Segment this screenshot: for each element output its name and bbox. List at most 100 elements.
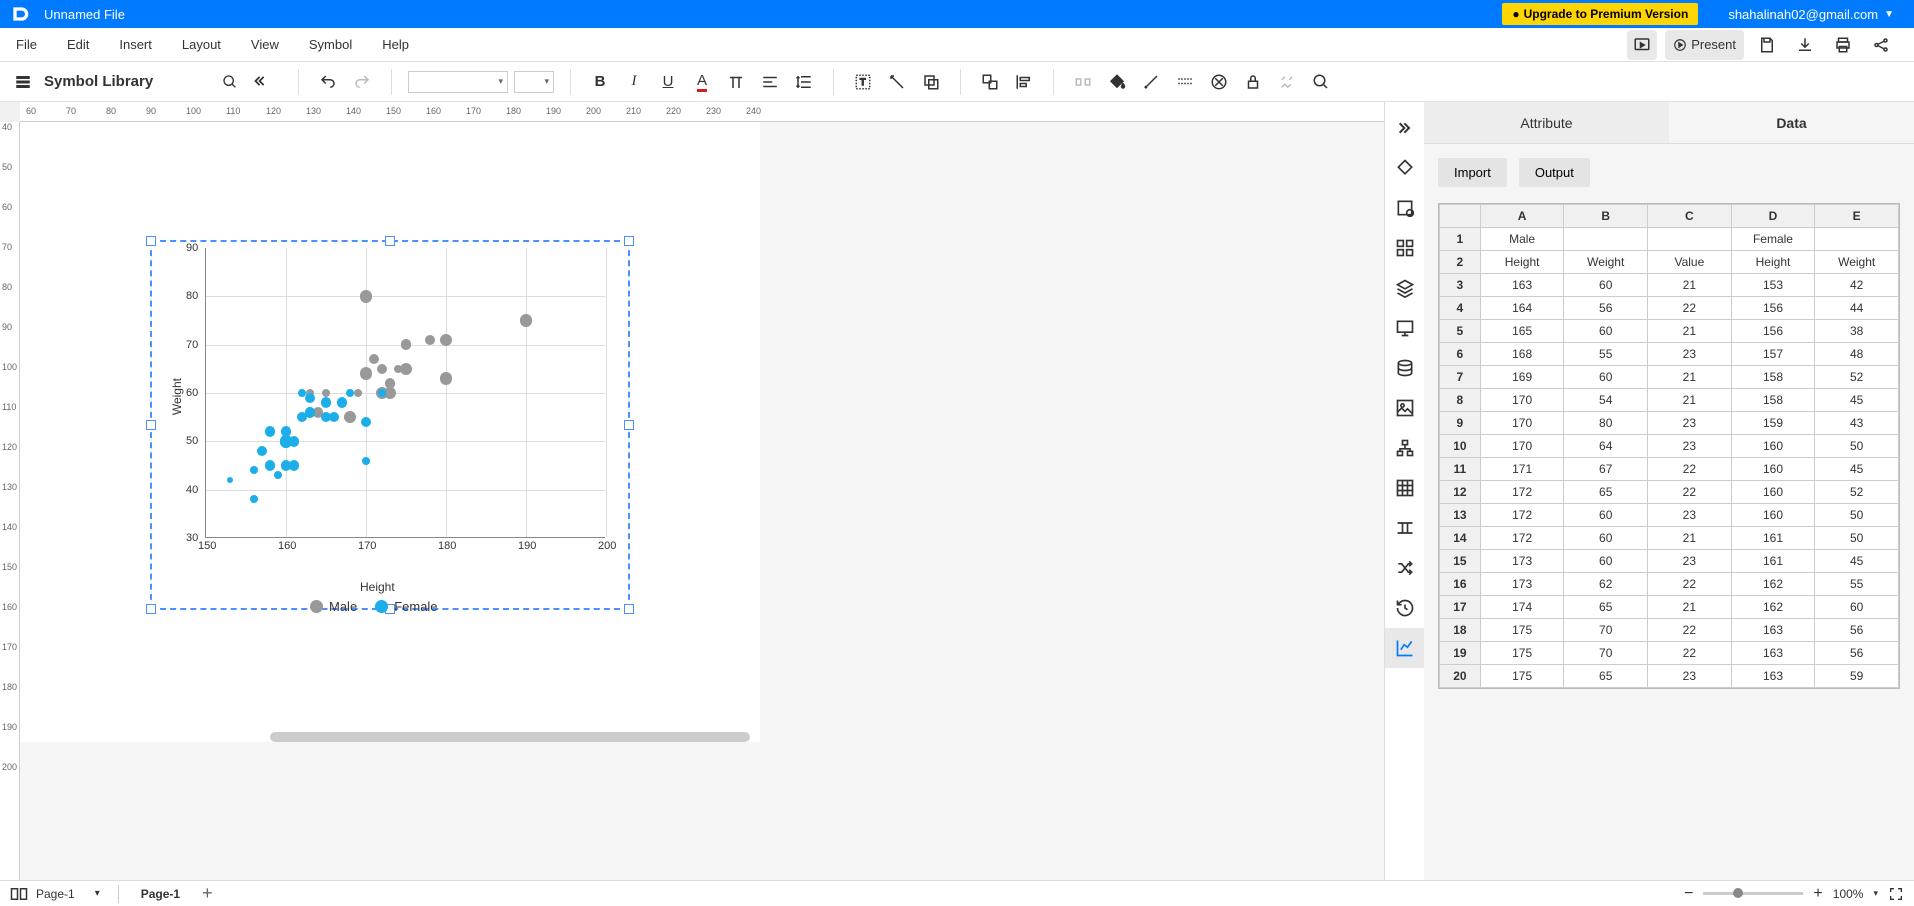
resize-handle[interactable]	[146, 604, 156, 614]
resize-handle[interactable]	[624, 604, 634, 614]
present-button[interactable]: Present	[1665, 30, 1744, 60]
text-format-icon[interactable]	[723, 69, 749, 95]
spacing-tool-icon[interactable]	[1385, 508, 1425, 548]
symbol-library-title: Symbol Library	[44, 73, 153, 90]
ruler-vertical: 4050607080901001101201301401501601701801…	[0, 122, 20, 880]
scatter-chart[interactable]: Weight 30405060708090 150160170180190200…	[170, 248, 610, 608]
underline-icon[interactable]: U	[655, 69, 681, 95]
download-icon[interactable]	[1790, 30, 1820, 60]
lock-icon[interactable]	[1240, 69, 1266, 95]
right-toolbar	[1384, 102, 1424, 880]
line-style-icon[interactable]	[1172, 69, 1198, 95]
resize-handle[interactable]	[385, 236, 395, 246]
presentation-icon[interactable]	[1385, 308, 1425, 348]
font-color-icon[interactable]: A	[689, 69, 715, 95]
menu-edit[interactable]: Edit	[67, 37, 89, 52]
title-bar: Unnamed File ●Upgrade to Premium Version…	[0, 0, 1914, 28]
menu-help[interactable]: Help	[382, 37, 409, 52]
resize-handle[interactable]	[624, 420, 634, 430]
image-icon[interactable]	[1385, 388, 1425, 428]
zoom-slider[interactable]	[1703, 892, 1803, 895]
menu-file[interactable]: File	[16, 37, 37, 52]
import-button[interactable]: Import	[1438, 158, 1507, 187]
zoom-level[interactable]: 100%	[1833, 887, 1864, 901]
resize-handle[interactable]	[146, 420, 156, 430]
shuffle-icon[interactable]	[1385, 548, 1425, 588]
fill-icon[interactable]	[1104, 69, 1130, 95]
redo-icon[interactable]	[349, 69, 375, 95]
tab-data[interactable]: Data	[1669, 102, 1914, 143]
x-axis-label: Height	[360, 580, 395, 594]
page-tab[interactable]: Page-1	[129, 883, 192, 905]
canvas[interactable]: Weight 30405060708090 150160170180190200…	[20, 122, 1384, 880]
text-tool-icon[interactable]: T	[850, 69, 876, 95]
file-title[interactable]: Unnamed File	[44, 7, 1502, 22]
font-name-select[interactable]	[408, 71, 508, 93]
panel-tabs: Attribute Data	[1424, 102, 1914, 144]
find-icon[interactable]	[1308, 69, 1334, 95]
account-menu[interactable]: shahalinah02@gmail.com▼	[1728, 7, 1894, 22]
ruler-horizontal: 6070809010011012013014015016017018019020…	[20, 102, 1384, 122]
tab-attribute[interactable]: Attribute	[1424, 102, 1669, 143]
workspace: 6070809010011012013014015016017018019020…	[0, 102, 1914, 880]
caret-down-icon: ▼	[1884, 9, 1894, 20]
toolbar: Symbol Library B I U A T	[0, 62, 1914, 102]
resize-handle[interactable]	[146, 236, 156, 246]
horizontal-scrollbar[interactable]	[270, 732, 750, 742]
add-page-icon[interactable]: +	[202, 883, 213, 904]
svg-text:T: T	[860, 77, 866, 87]
effects-icon[interactable]	[1385, 188, 1425, 228]
menu-insert[interactable]: Insert	[119, 37, 152, 52]
crop-icon[interactable]	[1206, 69, 1232, 95]
expand-icon[interactable]	[1385, 108, 1425, 148]
save-icon[interactable]	[1752, 30, 1782, 60]
status-bar: Page-1▾ Page-1 + − + 100% ▾	[0, 880, 1914, 906]
y-axis-label: Weight	[170, 378, 184, 415]
bold-icon[interactable]: B	[587, 69, 613, 95]
chart-icon[interactable]	[1385, 628, 1425, 668]
connector-icon[interactable]	[884, 69, 910, 95]
shadow-icon[interactable]	[1138, 69, 1164, 95]
group-icon[interactable]	[977, 69, 1003, 95]
menu-symbol[interactable]: Symbol	[309, 37, 352, 52]
zoom-out-icon[interactable]: −	[1684, 885, 1693, 903]
app-logo	[8, 2, 32, 26]
data-grid[interactable]: ABCDE1MaleFemale2HeightWeightValueHeight…	[1438, 203, 1900, 689]
upgrade-button[interactable]: ●Upgrade to Premium Version	[1502, 3, 1698, 25]
fullscreen-icon[interactable]	[1888, 886, 1904, 902]
print-icon[interactable]	[1828, 30, 1858, 60]
search-icon[interactable]	[222, 74, 238, 90]
menu-view[interactable]: View	[251, 37, 279, 52]
output-button[interactable]: Output	[1519, 158, 1590, 187]
line-spacing-icon[interactable]	[791, 69, 817, 95]
align-objects-icon[interactable]	[1011, 69, 1037, 95]
zoom-in-icon[interactable]: +	[1813, 885, 1822, 903]
library-icon	[14, 73, 32, 91]
hierarchy-icon[interactable]	[1385, 428, 1425, 468]
history-icon[interactable]	[1385, 588, 1425, 628]
share-icon[interactable]	[1866, 30, 1896, 60]
slideshow-icon[interactable]	[1627, 30, 1657, 60]
settings-icon[interactable]	[1274, 69, 1300, 95]
collapse-icon[interactable]	[252, 74, 266, 90]
chart-legend: Male Female	[310, 599, 438, 614]
database-icon[interactable]	[1385, 348, 1425, 388]
italic-icon[interactable]: I	[621, 69, 647, 95]
undo-icon[interactable]	[315, 69, 341, 95]
page[interactable]: Weight 30405060708090 150160170180190200…	[20, 122, 760, 742]
layers-icon[interactable]	[1385, 268, 1425, 308]
menu-bar: File Edit Insert Layout View Symbol Help Prese…	[0, 28, 1914, 62]
pages-icon[interactable]	[10, 887, 28, 901]
resize-handle[interactable]	[624, 236, 634, 246]
page-select[interactable]: Page-1▾	[28, 883, 108, 905]
align-icon[interactable]	[757, 69, 783, 95]
canvas-area: 6070809010011012013014015016017018019020…	[0, 102, 1384, 880]
table-icon[interactable]	[1385, 468, 1425, 508]
shape-icon[interactable]	[918, 69, 944, 95]
menu-layout[interactable]: Layout	[182, 37, 221, 52]
distribute-icon[interactable]	[1070, 69, 1096, 95]
font-size-select[interactable]	[514, 71, 554, 93]
paint-icon[interactable]	[1385, 148, 1425, 188]
apps-icon[interactable]	[1385, 228, 1425, 268]
right-panel: Attribute Data Import Output ABCDE1MaleF…	[1424, 102, 1914, 880]
